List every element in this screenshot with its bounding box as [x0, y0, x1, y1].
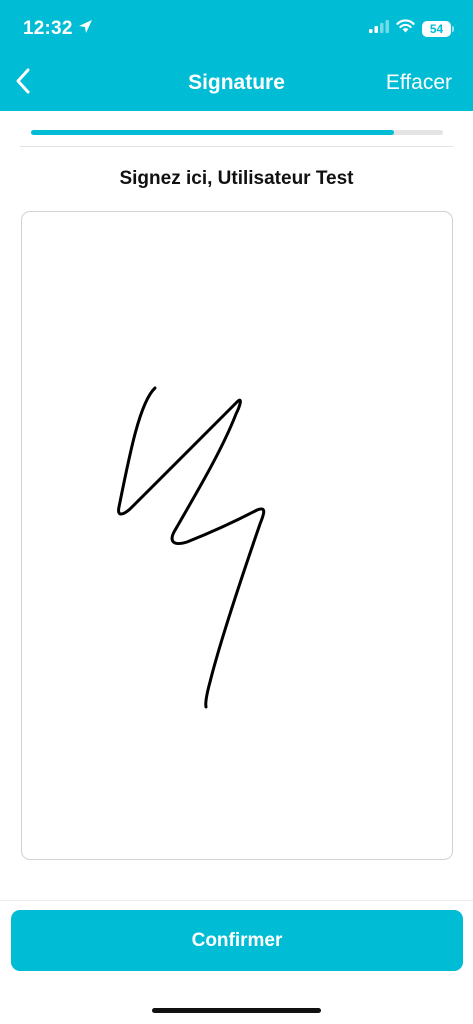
status-bar-time-group: 12:32	[23, 18, 93, 40]
clear-button[interactable]: Effacer	[386, 71, 452, 95]
signature-canvas	[117, 386, 266, 709]
cellular-signal-icon	[369, 19, 389, 38]
signature-stroke	[117, 386, 266, 709]
footer-divider	[0, 900, 473, 901]
progress-bar-fill	[31, 130, 394, 135]
wifi-icon	[396, 19, 415, 38]
battery-icon: 54	[422, 20, 454, 37]
signature-prompt: Signez ici, Utilisateur Test	[119, 168, 354, 189]
signature-pad[interactable]	[21, 211, 453, 860]
confirm-button-label: Confirmer	[191, 929, 283, 951]
status-bar-indicators: 54	[369, 19, 454, 38]
location-arrow-icon	[78, 18, 93, 40]
divider	[20, 146, 453, 147]
confirm-button[interactable]: Confirmer	[11, 910, 463, 971]
home-indicator[interactable]	[152, 1008, 321, 1013]
status-time: 12:32	[23, 18, 73, 39]
app-header: 12:32 54 Signature Effacer	[0, 0, 473, 111]
progress-bar	[31, 130, 443, 135]
